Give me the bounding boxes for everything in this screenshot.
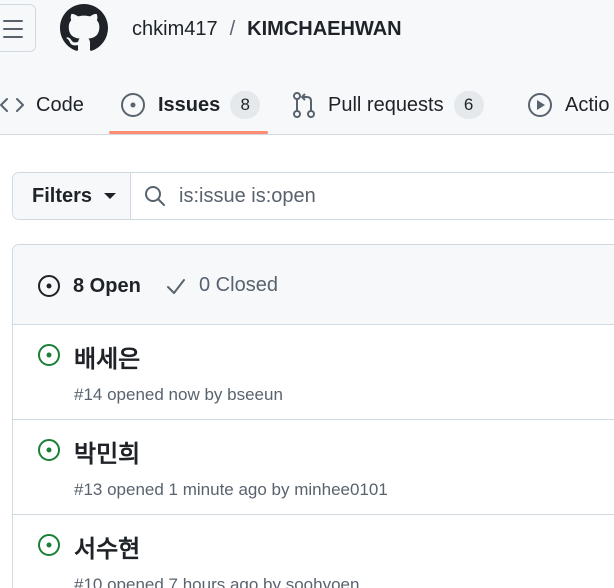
repo-tabs: Code Issues 8 Pull requests 6 Actio: [0, 76, 614, 134]
tab-code[interactable]: Code: [0, 76, 84, 134]
issue-opened-icon: [120, 92, 146, 118]
issues-count-badge: 8: [230, 91, 261, 119]
issue-row[interactable]: 서수현 #10 opened 7 hours ago by soohyoen: [13, 515, 614, 588]
issue-search: [131, 173, 614, 219]
hamburger-icon-bar: [3, 36, 23, 38]
issue-opened-icon: [38, 534, 60, 556]
tab-pull-requests[interactable]: Pull requests 6: [292, 76, 484, 134]
filters-button-label: Filters: [32, 184, 93, 207]
breadcrumb-separator: /: [229, 18, 236, 40]
tab-actions[interactable]: Actio: [527, 76, 609, 134]
issue-meta: #14 opened now by bseeun: [74, 385, 283, 404]
filter-bar: Filters: [12, 172, 614, 220]
issue-title-link[interactable]: 서수현: [74, 529, 140, 564]
issue-meta: #13 opened 1 minute ago by minhee0101: [74, 480, 388, 499]
github-logo-icon[interactable]: [60, 4, 108, 52]
issue-row[interactable]: 배세은 #14 opened now by bseeun: [13, 325, 614, 420]
selected-tab-underline: [109, 131, 268, 134]
issues-list: 8 Open 0 Closed 배세은 #14 opened now by bs…: [12, 244, 614, 588]
pull-requests-count-badge: 6: [453, 91, 484, 119]
issue-meta: #10 opened 7 hours ago by soohyoen: [74, 575, 360, 588]
code-icon: [0, 95, 24, 115]
tab-issues-label: Issues: [158, 94, 221, 116]
tab-issues[interactable]: Issues 8: [120, 76, 261, 134]
issues-list-header: 8 Open 0 Closed: [13, 245, 614, 325]
tab-code-label: Code: [36, 94, 84, 116]
issue-search-input[interactable]: [179, 184, 579, 208]
issue-row[interactable]: 박민희 #13 opened 1 minute ago by minhee010…: [13, 420, 614, 515]
git-pull-request-icon: [292, 92, 316, 118]
hamburger-icon: [3, 20, 23, 22]
issue-title-link[interactable]: 박민희: [74, 434, 140, 469]
hamburger-icon-bar: [3, 28, 23, 30]
closed-issues-filter[interactable]: 0 Closed: [165, 274, 278, 297]
triangle-down-icon: [104, 193, 117, 199]
issue-opened-icon: [38, 344, 60, 366]
issue-opened-icon: [37, 274, 61, 298]
search-icon: [145, 186, 165, 206]
tab-actions-label: Actio: [565, 94, 610, 116]
repo-name-link[interactable]: KIMCHAEHWAN: [247, 18, 401, 40]
repo-owner-link[interactable]: chkim417: [132, 18, 218, 40]
issue-opened-icon: [38, 439, 60, 461]
open-issues-filter[interactable]: 8 Open: [37, 274, 141, 298]
repo-header: chkim417 / KIMCHAEHWAN Code Issues 8 Pull …: [0, 0, 614, 135]
issue-title-link[interactable]: 배세은: [74, 339, 140, 374]
play-icon: [527, 92, 553, 118]
open-issues-label: 8 Open: [73, 274, 141, 297]
menu-button[interactable]: [0, 4, 36, 52]
tab-pull-requests-label: Pull requests: [328, 94, 444, 116]
check-icon: [165, 275, 187, 297]
closed-issues-label: 0 Closed: [199, 274, 278, 296]
filters-button[interactable]: Filters: [13, 173, 131, 219]
breadcrumb: chkim417 / KIMCHAEHWAN: [132, 16, 402, 42]
